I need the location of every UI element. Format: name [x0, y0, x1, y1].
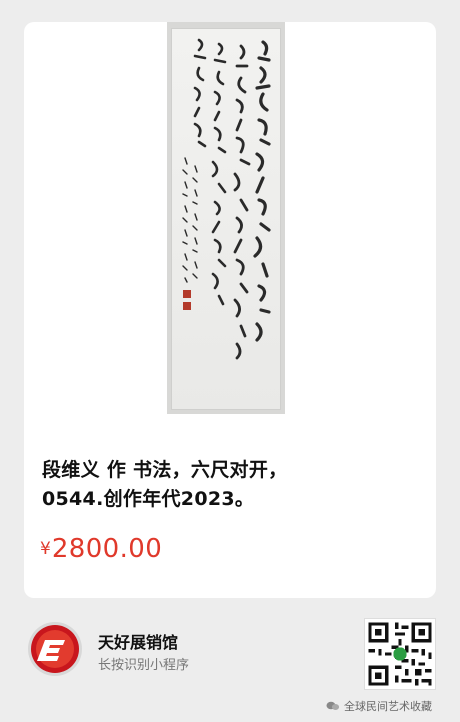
shop-name: 天好展销馆 — [98, 633, 179, 652]
calligraphy-strokes-icon — [182, 38, 271, 360]
product-title: 段维义 作 书法，六尺对开， 0544.创作年代2023。 — [42, 459, 288, 510]
wechat-chat-icon — [326, 701, 340, 711]
seal-stamp — [183, 290, 191, 298]
calligraphy-paper — [171, 28, 281, 410]
price: ¥2800.00 — [40, 534, 162, 564]
shop-subtitle: 长按识别小程序 — [98, 658, 190, 673]
source-watermark: 全球民间艺术收藏 — [326, 698, 432, 714]
mini-program-qr-icon[interactable] — [364, 618, 436, 690]
mini-program-footer[interactable]: 天好展销馆 长按识别小程序 全球民间艺术收藏 — [0, 598, 460, 722]
price-value: 2800.00 — [51, 534, 163, 564]
red-e-logo-icon — [26, 620, 84, 678]
calligraphy-image[interactable] — [167, 22, 285, 414]
currency-symbol: ¥ — [40, 539, 51, 559]
watermark-text: 全球民间艺术收藏 — [344, 700, 432, 713]
product-card[interactable]: 段维义 作 书法，六尺对开， 0544.创作年代2023。 ¥2800.00 — [24, 22, 436, 598]
